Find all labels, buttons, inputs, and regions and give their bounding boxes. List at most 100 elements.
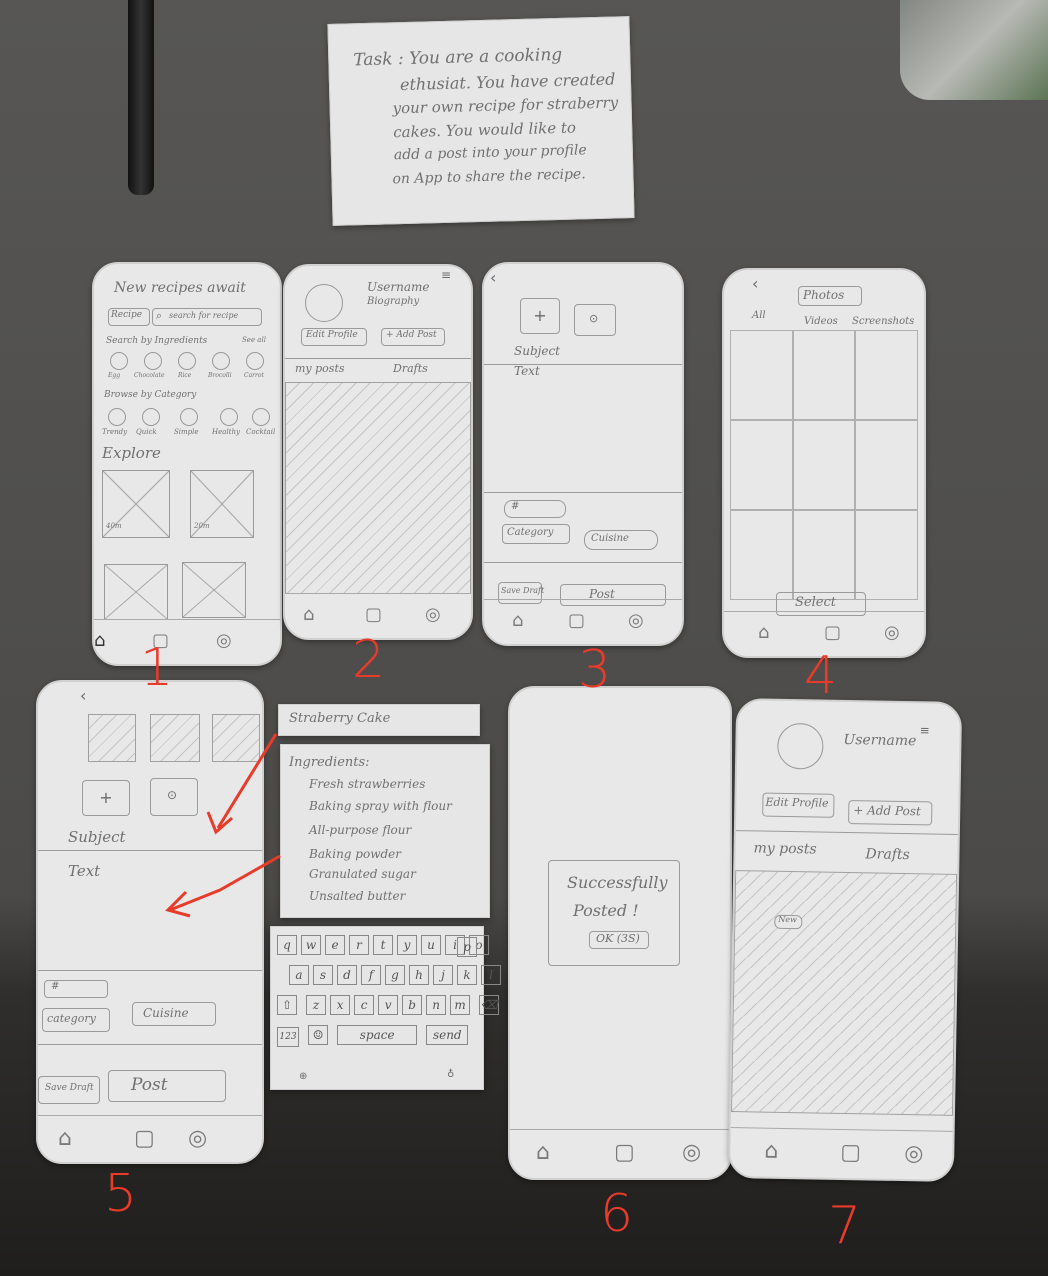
back-arrow-icon[interactable]: ‹ — [490, 268, 496, 287]
home-icon[interactable]: ⌂ — [58, 1126, 72, 1151]
simple-icon[interactable] — [180, 408, 198, 426]
globe-icon[interactable]: ⊕ — [299, 1071, 307, 1082]
egg-icon[interactable] — [110, 352, 128, 370]
chocolate-icon[interactable] — [144, 352, 162, 370]
backspace-key-icon[interactable]: ⌫ — [479, 995, 500, 1015]
profile-icon[interactable]: ◎ — [682, 1140, 701, 1165]
menu-icon[interactable]: ≡ — [441, 268, 451, 282]
save-draft-button[interactable]: Save Draft — [38, 1076, 100, 1104]
emoji-key-icon[interactable]: ☺ — [308, 1025, 329, 1045]
key-y[interactable]: y — [397, 935, 417, 955]
tab-my-posts[interactable]: my posts — [753, 840, 816, 857]
bag-icon[interactable]: ▢ — [840, 1140, 861, 1165]
post-grid[interactable] — [730, 870, 958, 1116]
key-u[interactable]: u — [421, 935, 441, 955]
text-field[interactable]: Text — [68, 862, 100, 880]
cocktail-icon[interactable] — [252, 408, 270, 426]
photo-cell[interactable] — [730, 330, 793, 420]
post-grid[interactable] — [285, 382, 471, 594]
photo-cell[interactable] — [730, 420, 793, 510]
camera-button[interactable]: ⊙ — [150, 778, 198, 816]
microphone-icon[interactable]: ♁ — [447, 1069, 454, 1080]
key-g[interactable]: g — [385, 965, 405, 985]
key-v[interactable]: v — [378, 995, 399, 1015]
key-t[interactable]: t — [373, 935, 393, 955]
key-h[interactable]: h — [409, 965, 429, 985]
photo-cell[interactable] — [855, 420, 918, 510]
bag-icon[interactable]: ▢ — [614, 1140, 635, 1165]
trendy-icon[interactable] — [108, 408, 126, 426]
rice-icon[interactable] — [178, 352, 196, 370]
subject-field[interactable]: Subject — [514, 344, 560, 358]
search-input[interactable]: ⌕ search for recipe — [152, 308, 262, 326]
photo-cell[interactable] — [855, 510, 918, 600]
add-photo-button[interactable]: + — [520, 298, 560, 334]
back-arrow-icon[interactable]: ‹ — [80, 686, 86, 705]
see-all-link[interactable]: See all — [242, 336, 266, 344]
photo-cell[interactable] — [730, 510, 793, 600]
category-dropdown[interactable]: Category — [502, 524, 570, 544]
bag-icon[interactable]: ▢ — [568, 610, 585, 631]
post-button[interactable]: Post — [108, 1070, 226, 1102]
edit-profile-button[interactable]: Edit Profile — [762, 792, 835, 818]
home-icon[interactable]: ⌂ — [536, 1140, 550, 1165]
key-e[interactable]: e — [325, 935, 345, 955]
bag-icon[interactable]: ▢ — [365, 604, 382, 625]
profile-icon[interactable]: ◎ — [628, 610, 644, 631]
profile-icon[interactable]: ◎ — [188, 1126, 207, 1151]
menu-icon[interactable]: ≡ — [920, 723, 930, 737]
tab-all[interactable]: All — [752, 310, 766, 321]
key-a[interactable]: a — [289, 965, 309, 985]
tab-drafts[interactable]: Drafts — [393, 362, 428, 375]
key-b[interactable]: b — [402, 995, 423, 1015]
key-c[interactable]: c — [354, 995, 375, 1015]
cuisine-dropdown[interactable]: Cuisine — [584, 530, 658, 550]
numbers-key[interactable]: 123 — [277, 1027, 299, 1047]
shift-key-icon[interactable]: ⇧ — [277, 995, 297, 1015]
home-icon[interactable]: ⌂ — [303, 604, 314, 625]
home-icon[interactable]: ⌂ — [512, 610, 523, 631]
photo-thumbnail[interactable] — [212, 714, 260, 762]
tab-screenshots[interactable]: Screenshots — [852, 316, 914, 327]
cuisine-dropdown[interactable]: Cuisine — [132, 1002, 216, 1026]
category-dropdown[interactable]: category — [42, 1008, 110, 1032]
broccoli-icon[interactable] — [212, 352, 230, 370]
camera-button[interactable]: ⊙ — [574, 304, 616, 336]
home-icon[interactable]: ⌂ — [94, 630, 105, 651]
ok-button[interactable]: OK (3S) — [589, 931, 649, 949]
photo-cell[interactable] — [792, 510, 856, 600]
edit-profile-button[interactable]: Edit Profile — [301, 328, 367, 346]
add-post-button[interactable]: + Add Post — [381, 328, 445, 346]
key-x[interactable]: x — [330, 995, 351, 1015]
profile-icon[interactable]: ◎ — [904, 1141, 924, 1166]
key-r[interactable]: r — [349, 935, 369, 955]
bag-icon[interactable]: ▢ — [824, 622, 841, 643]
profile-icon[interactable]: ◎ — [884, 622, 900, 643]
tab-videos[interactable]: Videos — [804, 316, 838, 327]
add-post-button[interactable]: + Add Post — [848, 800, 933, 826]
text-field[interactable]: Text — [514, 364, 540, 378]
add-photo-button[interactable]: + — [82, 780, 130, 816]
carrot-icon[interactable] — [246, 352, 264, 370]
home-icon[interactable]: ⌂ — [764, 1139, 778, 1164]
healthy-icon[interactable] — [220, 408, 238, 426]
key-z[interactable]: z — [306, 995, 327, 1015]
recipe-card-image[interactable] — [104, 564, 168, 620]
photo-thumbnail[interactable] — [88, 714, 136, 762]
bag-icon[interactable]: ▢ — [134, 1126, 155, 1151]
recipe-card-image[interactable] — [182, 562, 246, 618]
key-p[interactable]: p — [457, 937, 477, 957]
key-j[interactable]: j — [433, 965, 453, 985]
space-key[interactable]: space — [337, 1025, 418, 1045]
key-m[interactable]: m — [450, 995, 471, 1015]
key-l[interactable]: l — [481, 965, 501, 985]
back-arrow-icon[interactable]: ‹ — [752, 274, 758, 293]
profile-icon[interactable]: ◎ — [425, 604, 441, 625]
recipe-dropdown[interactable]: Recipe — [108, 308, 150, 326]
quick-icon[interactable] — [142, 408, 160, 426]
key-f[interactable]: f — [361, 965, 381, 985]
key-q[interactable]: q — [277, 935, 297, 955]
key-s[interactable]: s — [313, 965, 333, 985]
key-w[interactable]: w — [301, 935, 321, 955]
key-d[interactable]: d — [337, 965, 357, 985]
